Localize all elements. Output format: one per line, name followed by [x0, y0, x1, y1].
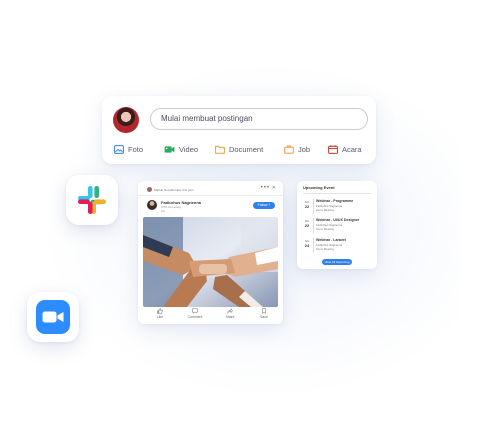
- event-item[interactable]: Nov 22 Webinar - UI/UX Designer Fadlurhu…: [303, 218, 373, 236]
- folder-icon: [215, 145, 225, 154]
- more-options-icon[interactable]: •••: [261, 185, 270, 191]
- share-icon: [227, 308, 233, 314]
- image-icon: [114, 144, 124, 154]
- liked-by: Maftuh Novellia likes this post: [147, 187, 194, 192]
- like-label: Like: [156, 315, 164, 319]
- job-button[interactable]: Job: [284, 142, 310, 156]
- events-title: Upcoming Event: [303, 185, 335, 190]
- event-label: Acara: [342, 144, 362, 154]
- slack-logo-icon: [78, 186, 106, 214]
- post-time: 1m: [161, 209, 166, 213]
- upcoming-events: Upcoming Event Nov 22 Webinar - Programm…: [297, 181, 377, 269]
- divider: [138, 195, 283, 196]
- divider: [313, 238, 314, 253]
- event-type: Zoom Meeting: [316, 247, 334, 251]
- save-label: Save: [260, 315, 268, 319]
- comment-button[interactable]: Comment: [183, 308, 207, 319]
- document-label: Document: [229, 144, 264, 154]
- bookmark-icon: [262, 308, 266, 314]
- event-button[interactable]: Acara: [328, 142, 362, 156]
- video-button[interactable]: Video: [164, 142, 198, 156]
- comment-label: Comment: [187, 315, 203, 319]
- post-actions: Like Comment Share Save: [142, 307, 279, 323]
- thumbs-up-icon: [157, 308, 163, 314]
- save-button[interactable]: Save: [252, 308, 276, 319]
- event-item[interactable]: Nov 22 Webinar - Programme Fadlurhus Nag…: [303, 199, 373, 217]
- photo-label: Foto: [128, 144, 144, 154]
- avatar: [147, 187, 152, 192]
- post-input[interactable]: Mulai membuat postingan: [150, 108, 368, 130]
- document-button[interactable]: Document: [215, 142, 263, 156]
- post-composer: Mulai membuat postingan Foto Video Docum…: [102, 96, 376, 164]
- liked-by-text: Maftuh Novellia likes this post: [154, 187, 194, 192]
- slack-app-tile[interactable]: [66, 175, 118, 225]
- share-label: Share: [225, 315, 235, 319]
- divider: [303, 193, 371, 194]
- close-icon[interactable]: ✕: [272, 185, 276, 191]
- comment-icon: [192, 308, 198, 314]
- avatar[interactable]: [113, 107, 139, 133]
- zoom-app-tile[interactable]: [27, 292, 79, 342]
- photo-button[interactable]: Foto: [114, 142, 143, 156]
- event-date: Nov 24: [304, 240, 310, 248]
- feed-post: Maftuh Novellia likes this post ••• ✕ Fa…: [138, 181, 283, 324]
- event-item[interactable]: Nov 24 Webinar - Laravel Fadlurhus Nagri…: [303, 238, 373, 256]
- event-type: Zoom Meeting: [316, 227, 334, 231]
- avatar[interactable]: [147, 200, 157, 210]
- briefcase-icon: [284, 145, 294, 154]
- like-button[interactable]: Like: [148, 308, 172, 319]
- divider: [313, 199, 314, 214]
- share-button[interactable]: Share: [218, 308, 242, 319]
- event-date: Nov 22: [304, 201, 310, 209]
- event-title: Webinar - UI/UX Designer: [316, 218, 360, 222]
- video-label: Video: [179, 144, 199, 154]
- view-all-events-button[interactable]: View All Upcoming: [322, 259, 352, 265]
- divider: [313, 218, 314, 233]
- event-date: Nov 22: [304, 220, 310, 228]
- job-label: Job: [298, 144, 311, 154]
- event-title: Webinar - Programme: [316, 199, 354, 203]
- post-image[interactable]: [143, 217, 278, 307]
- video-icon: [164, 145, 175, 153]
- event-title: Webinar - Laravel: [316, 238, 346, 242]
- composer-actions: Foto Video Document Job Acara: [114, 142, 370, 156]
- follow-button[interactable]: Follow +: [253, 202, 275, 209]
- calendar-icon: [328, 144, 338, 154]
- zoom-logo-icon: [36, 300, 70, 334]
- event-type: Zoom Meeting: [316, 208, 334, 212]
